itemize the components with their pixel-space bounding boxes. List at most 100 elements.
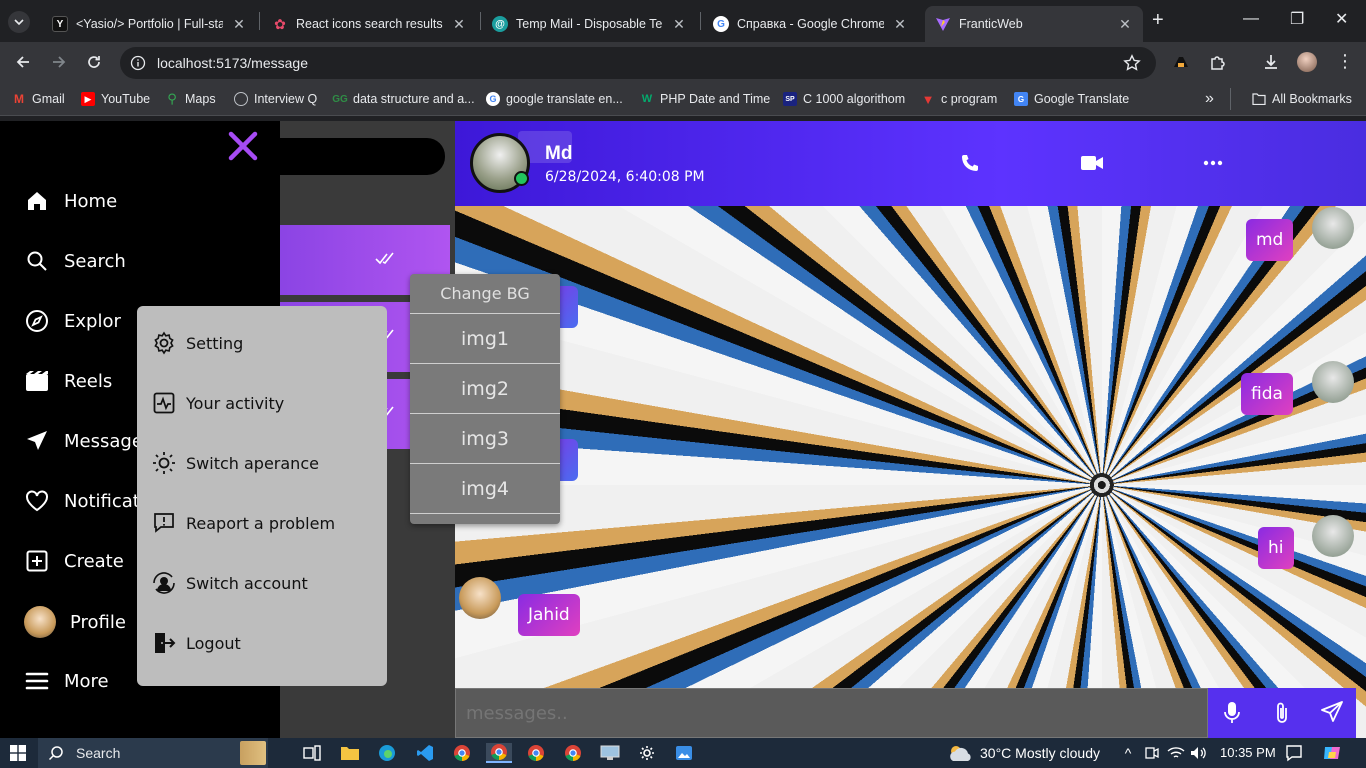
weather-text[interactable]: 30°C Mostly cloudy [980, 745, 1100, 761]
tab-close-icon[interactable]: ✕ [451, 16, 467, 33]
report-icon [152, 511, 176, 535]
windows-taskbar: Search 30°C Mostly cloudy ^ 10:35 PM [0, 738, 1366, 768]
chrome-profile-icon[interactable] [526, 743, 546, 763]
folder-icon [1252, 92, 1266, 106]
bg-option-img3[interactable]: img3 [410, 414, 560, 464]
sidebar-item-reels[interactable]: Reels [24, 368, 112, 394]
tab-close-icon[interactable]: ✕ [892, 16, 908, 33]
sidebar-item-message[interactable]: Message [24, 428, 143, 454]
sidebar-item-more[interactable]: More [24, 668, 109, 694]
sidebar-item-create[interactable]: Create [24, 548, 124, 574]
bookmark-gfg[interactable]: GG data structure and a... [332, 92, 474, 106]
compass-icon [24, 308, 50, 334]
bookmark-php-date[interactable]: W PHP Date and Time [640, 92, 770, 106]
remote-desktop-icon[interactable] [600, 743, 620, 763]
send-message-icon[interactable] [1321, 701, 1343, 723]
menu-item-report-problem[interactable]: Reaport a problem [152, 511, 335, 535]
menu-item-setting[interactable]: Setting [152, 331, 243, 355]
restore-icon[interactable]: ❐ [1290, 9, 1304, 29]
bg-option-img4[interactable]: img4 [410, 464, 560, 514]
sidebar-item-notifications[interactable]: Notificati [24, 488, 145, 514]
bookmark-google-translate[interactable]: G Google Translate [1014, 92, 1129, 106]
speaker-icon[interactable] [1188, 743, 1208, 763]
task-view-icon[interactable] [302, 743, 322, 763]
sidebar-item-home[interactable]: Home [24, 188, 117, 214]
bookmark-maps[interactable]: ⚲ Maps [165, 91, 215, 106]
reload-icon[interactable] [85, 53, 103, 71]
edge-icon[interactable] [377, 743, 397, 763]
browser-tab[interactable]: @ Temp Mail - Disposable Tem ✕ [482, 6, 697, 42]
kebab-menu-icon[interactable]: ⋮ [1336, 51, 1354, 72]
bookmark-star-icon[interactable] [1123, 54, 1141, 72]
browser-tab-active[interactable]: FranticWeb ✕ [925, 6, 1143, 42]
taskbar-search-box[interactable]: Search [38, 738, 268, 768]
forward-arrow-icon[interactable] [50, 53, 68, 71]
vivaldi-icon: ▼ [921, 91, 935, 107]
menu-item-your-activity[interactable]: Your activity [152, 391, 284, 415]
bookmark-translate-search[interactable]: Ggoogle translate en... [486, 92, 623, 106]
taskbar-clock[interactable]: 10:35 PM [1220, 745, 1276, 760]
chrome-profile-icon[interactable] [563, 743, 583, 763]
paperclip-icon[interactable] [1274, 701, 1290, 725]
window-close-icon[interactable]: ✕ [1335, 9, 1348, 29]
message-input[interactable] [455, 688, 1208, 738]
bookmark-gmail[interactable]: M Gmail [12, 92, 65, 106]
profile-avatar-icon[interactable] [1297, 52, 1317, 72]
phone-call-icon[interactable] [960, 153, 980, 173]
bg-option-img2[interactable]: img2 [410, 364, 560, 414]
tab-close-icon[interactable]: ✕ [231, 16, 247, 33]
close-sidebar-icon[interactable] [226, 129, 260, 163]
browser-tab[interactable]: G Справка - Google Chrome ✕ [703, 6, 918, 42]
menu-item-logout[interactable]: Logout [152, 631, 241, 655]
chrome-active-icon[interactable] [486, 743, 512, 763]
bookmark-youtube[interactable]: ▶ YouTube [81, 92, 150, 106]
menu-item-switch-account[interactable]: Switch account [152, 571, 308, 595]
vite-favicon-icon [935, 16, 951, 32]
sidebar-item-profile[interactable]: Profile [24, 606, 126, 638]
video-call-icon[interactable] [1080, 154, 1104, 172]
notification-center-icon[interactable] [1284, 743, 1304, 763]
copilot-icon[interactable] [1322, 743, 1342, 763]
address-bar-row: localhost:5173/message ⋮ [0, 42, 1366, 84]
browser-tab[interactable]: ✿ React icons search results ✕ [262, 6, 477, 42]
file-explorer-icon[interactable] [340, 743, 360, 763]
tab-search-button[interactable] [8, 11, 30, 33]
menu-item-switch-appearance[interactable]: Switch aperance [152, 451, 319, 475]
reels-icon [24, 368, 50, 394]
site-info-icon[interactable] [130, 55, 146, 71]
tab-close-icon[interactable]: ✕ [1117, 16, 1133, 33]
bookmark-interview[interactable]: Interview Q [234, 92, 317, 106]
download-icon[interactable] [1262, 53, 1280, 71]
bg-option-img1[interactable]: img1 [410, 314, 560, 364]
chat-search-input[interactable] [280, 138, 445, 175]
back-arrow-icon[interactable] [14, 53, 32, 71]
new-tab-plus-icon[interactable]: + [1152, 9, 1164, 32]
more-options-icon[interactable] [1203, 154, 1223, 172]
browser-tab[interactable]: Y <Yasio/> Portfolio | Full-stac ✕ [42, 6, 257, 42]
sidebar-item-label: Search [64, 250, 126, 272]
extension-pinned-icon[interactable] [1172, 55, 1190, 69]
sidebar-item-explore[interactable]: Explor [24, 308, 121, 334]
chevron-up-icon[interactable]: ^ [1118, 743, 1138, 763]
chrome-icon[interactable] [452, 743, 472, 763]
vscode-icon[interactable] [415, 743, 435, 763]
extensions-puzzle-icon[interactable] [1209, 53, 1227, 71]
photos-icon[interactable] [674, 743, 694, 763]
omnibox[interactable]: localhost:5173/message [120, 47, 1156, 79]
meet-now-icon[interactable] [1142, 743, 1162, 763]
settings-gear-icon[interactable] [637, 743, 657, 763]
minimize-icon[interactable]: — [1243, 10, 1259, 28]
tab-close-icon[interactable]: ✕ [671, 16, 687, 33]
sidebar-item-label: More [64, 670, 109, 692]
all-bookmarks-button[interactable]: All Bookmarks [1252, 92, 1352, 106]
youtube-icon: ▶ [81, 92, 95, 106]
wifi-icon[interactable] [1166, 743, 1186, 763]
more-bookmarks-chevron-icon[interactable]: » [1205, 90, 1214, 108]
bookmark-cprogram[interactable]: ▼ c program [921, 91, 998, 107]
windows-start-icon[interactable] [8, 743, 28, 763]
menu-icon [24, 668, 50, 694]
bookmark-c1000[interactable]: SP C 1000 algorithom [783, 92, 905, 106]
message-bubble-sent: md [1246, 219, 1294, 261]
sidebar-item-search[interactable]: Search [24, 248, 126, 274]
microphone-icon[interactable] [1222, 701, 1242, 725]
